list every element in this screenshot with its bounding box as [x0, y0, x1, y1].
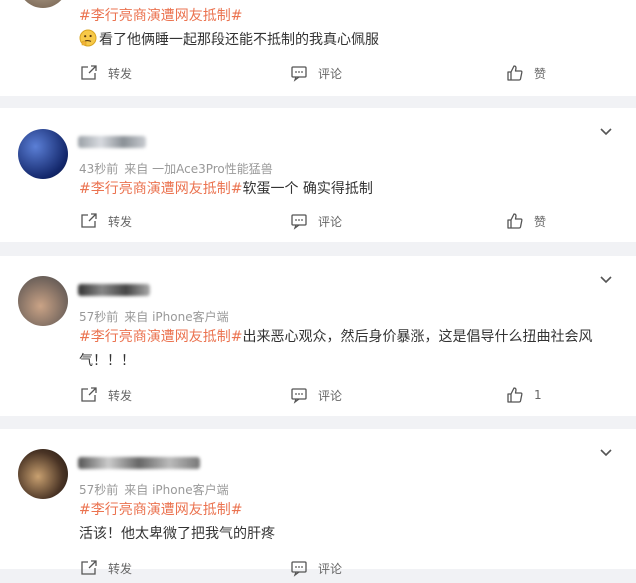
post-source: 来自 iPhone客户端: [124, 483, 229, 497]
comment-icon: [291, 214, 307, 230]
topic-hashtag[interactable]: #李行亮商演遭网友抵制#: [79, 181, 242, 197]
action-bar: 转发 评论 赞: [0, 212, 636, 236]
thumbs-up-icon: [507, 213, 523, 229]
avatar[interactable]: [18, 129, 68, 179]
post-text: 软蛋一个 确实得抵制: [242, 181, 373, 197]
like-count: 1: [534, 388, 542, 402]
chevron-down-icon[interactable]: [598, 124, 614, 140]
post-time[interactable]: 57秒前: [79, 483, 118, 497]
avatar[interactable]: [18, 449, 68, 499]
topic-hashtag[interactable]: #李行亮商演遭网友抵制#: [79, 329, 242, 345]
repost-button[interactable]: 转发: [80, 386, 132, 404]
comment-label: 评论: [318, 388, 343, 403]
thinking-face-emoji: [79, 29, 97, 47]
post-time[interactable]: 43秒前: [79, 162, 118, 176]
post-time[interactable]: 57秒前: [79, 310, 118, 324]
repost-icon: [81, 65, 97, 80]
repost-icon: [81, 560, 97, 575]
post-card: #李行亮商演遭网友抵制# 看了他俩睡一起那段还能不抵制的我真心佩服 转发 评论 …: [0, 0, 636, 96]
thumbs-up-icon: [507, 65, 523, 81]
like-button[interactable]: 赞: [506, 64, 546, 82]
post-text: 活该！他太卑微了把我气的肝疼: [79, 526, 275, 542]
comment-label: 评论: [318, 214, 343, 229]
action-bar: 转发 评论 1: [0, 386, 636, 410]
repost-icon: [81, 387, 97, 402]
comment-button[interactable]: 评论: [290, 64, 342, 82]
avatar[interactable]: [18, 276, 68, 326]
comment-icon: [291, 66, 307, 82]
avatar[interactable]: [18, 0, 68, 8]
repost-label: 转发: [108, 388, 133, 403]
comment-button[interactable]: 评论: [290, 212, 342, 230]
username-blurred[interactable]: [78, 134, 146, 150]
action-bar: 转发 评论 赞: [0, 64, 636, 88]
post-source: 来自 iPhone客户端: [124, 310, 229, 324]
post-content: #李行亮商演遭网友抵制#软蛋一个 确实得抵制: [79, 177, 606, 201]
post-meta: 43秒前 来自 一加Ace3Pro性能猛兽: [79, 160, 273, 177]
like-button[interactable]: 1: [506, 386, 542, 404]
post-content: #李行亮商演遭网友抵制# 看了他俩睡一起那段还能不抵制的我真心佩服: [79, 4, 606, 52]
username-blurred[interactable]: [78, 455, 200, 471]
action-bar: 转发 评论: [0, 559, 636, 583]
comment-label: 评论: [318, 66, 343, 81]
post-card: 57秒前 来自 iPhone客户端 #李行亮商演遭网友抵制#出来恶心观众，然后身价…: [0, 256, 636, 416]
post-meta: 57秒前 来自 iPhone客户端: [79, 308, 229, 325]
repost-button[interactable]: 转发: [80, 212, 132, 230]
comment-icon: [291, 388, 307, 404]
topic-hashtag[interactable]: #李行亮商演遭网友抵制#: [79, 8, 242, 24]
repost-label: 转发: [108, 66, 133, 81]
like-label: 赞: [534, 214, 547, 229]
repost-label: 转发: [108, 561, 133, 576]
post-source: 来自 一加Ace3Pro性能猛兽: [124, 162, 273, 176]
post-card: 43秒前 来自 一加Ace3Pro性能猛兽 #李行亮商演遭网友抵制#软蛋一个 确实…: [0, 108, 636, 242]
like-button[interactable]: 赞: [506, 212, 546, 230]
repost-button[interactable]: 转发: [80, 559, 132, 577]
post-content: #李行亮商演遭网友抵制# 活该！他太卑微了把我气的肝疼: [79, 498, 606, 546]
comment-label: 评论: [318, 561, 343, 576]
post-meta: 57秒前 来自 iPhone客户端: [79, 481, 229, 498]
comment-icon: [291, 561, 307, 577]
thumbs-up-icon: [507, 387, 523, 403]
chevron-down-icon[interactable]: [598, 445, 614, 461]
chevron-down-icon[interactable]: [598, 272, 614, 288]
post-text: 看了他俩睡一起那段还能不抵制的我真心佩服: [99, 32, 379, 48]
repost-label: 转发: [108, 214, 133, 229]
post-card: 57秒前 来自 iPhone客户端 #李行亮商演遭网友抵制# 活该！他太卑微了把我…: [0, 429, 636, 577]
topic-hashtag[interactable]: #李行亮商演遭网友抵制#: [79, 502, 242, 518]
comment-button[interactable]: 评论: [290, 386, 342, 404]
like-label: 赞: [534, 66, 547, 81]
post-content: #李行亮商演遭网友抵制#出来恶心观众，然后身价暴涨，这是倡导什么扭曲社会风气！！…: [79, 325, 598, 373]
comment-button[interactable]: 评论: [290, 559, 342, 577]
repost-icon: [81, 213, 97, 228]
username-blurred[interactable]: [78, 282, 150, 298]
repost-button[interactable]: 转发: [80, 64, 132, 82]
